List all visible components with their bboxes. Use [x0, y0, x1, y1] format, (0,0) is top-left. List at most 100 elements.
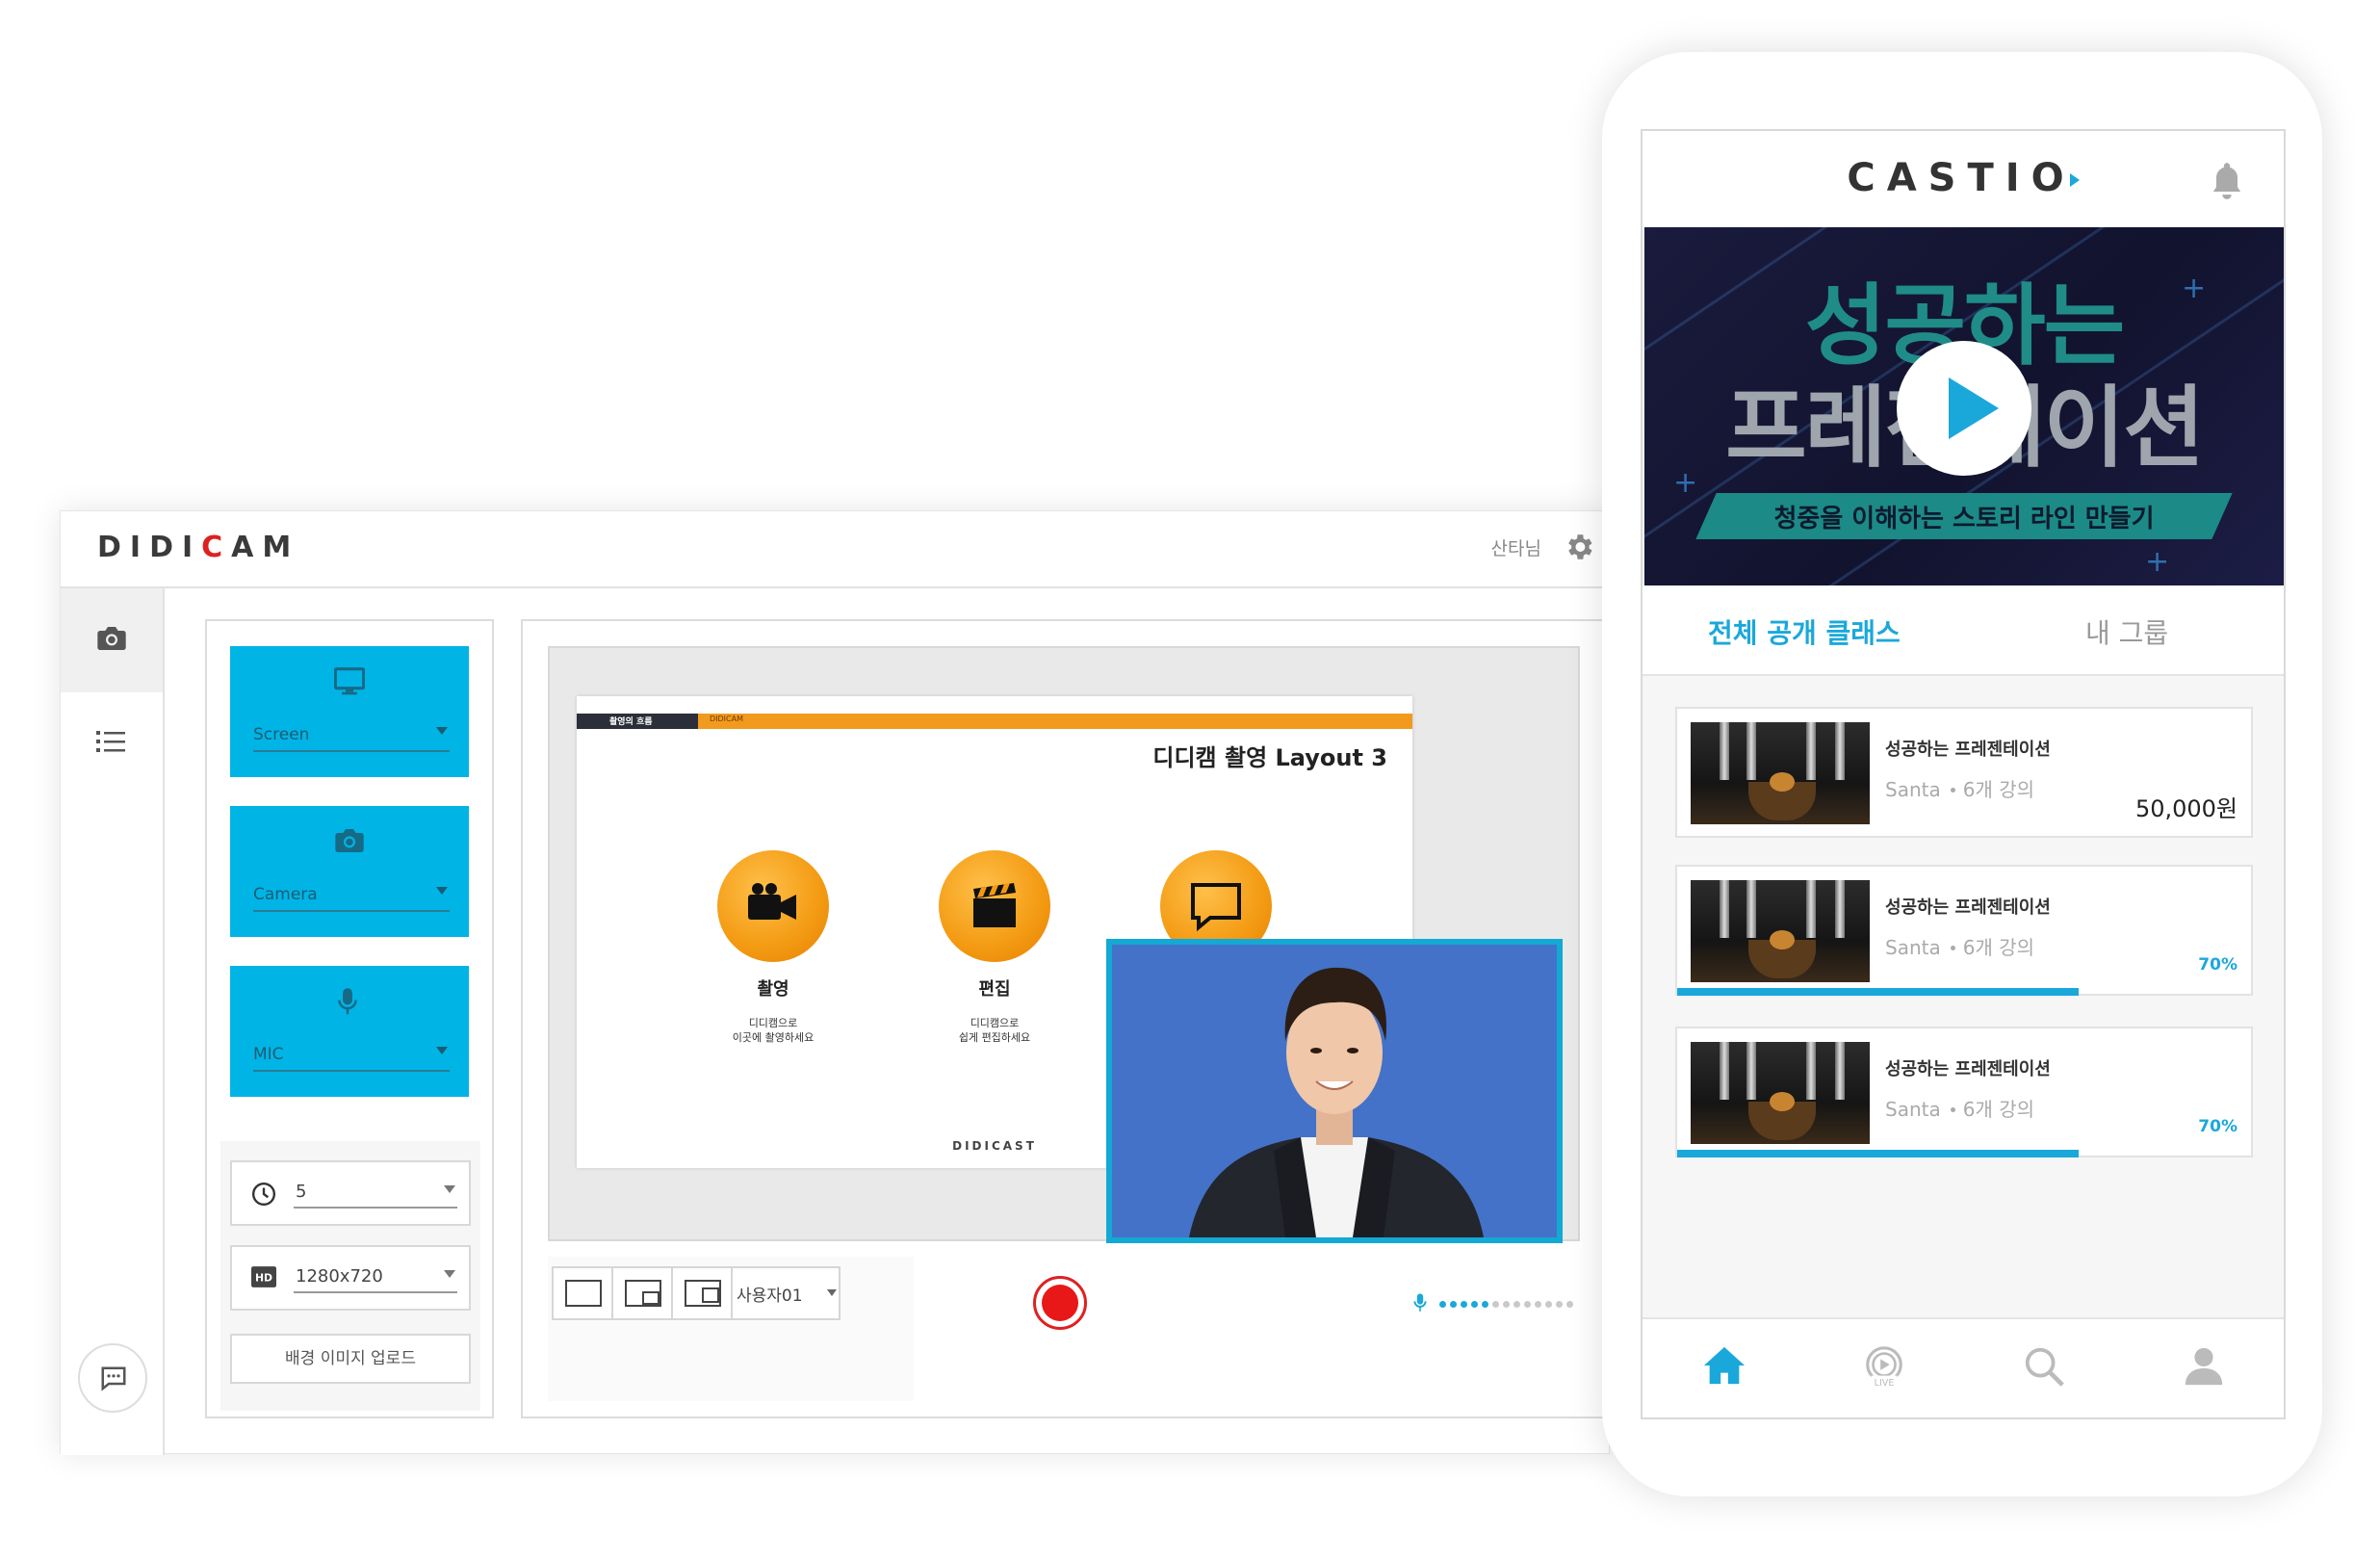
chevron-down-icon [436, 887, 448, 895]
hd-icon: HD [251, 1266, 276, 1287]
mic-level-dot [1535, 1301, 1541, 1308]
layout-split-button[interactable] [673, 1268, 733, 1318]
timer-select[interactable]: 5 [230, 1160, 471, 1226]
class-card[interactable]: 성공하는 프레젠테이션 Santa 6개 강의 70% [1675, 1027, 2253, 1157]
class-title: 성공하는 프레젠테이션 [1885, 740, 2051, 760]
chevron-down-icon [444, 1185, 455, 1193]
progress-bar [1677, 988, 2080, 996]
tab-bar: 전체 공개 클래스 내 그룹 [1643, 585, 2284, 676]
app-header: DIDICAM 산타님 [61, 511, 1609, 588]
screen-source-label: Screen [253, 725, 310, 744]
chevron-down-icon [444, 1270, 455, 1278]
slide-item-label: 편집 [978, 979, 1011, 1000]
mic-level-dot [1439, 1301, 1446, 1308]
progress-percent: 70% [2198, 1117, 2238, 1136]
tab-my-group[interactable]: 내 그룹 [2085, 612, 2168, 651]
svg-text:LIVE: LIVE [1875, 1378, 1895, 1389]
mic-level-dot [1566, 1301, 1573, 1308]
layout-selector: 사용자01 [552, 1266, 841, 1320]
class-price: 50,000원 [2134, 795, 2238, 822]
user-name[interactable]: 산타님 [1491, 534, 1541, 560]
layout-full-button[interactable] [554, 1268, 613, 1318]
source-panel: Screen Camera MIC 5 HD 1280x720 배경 이미지 업… [205, 619, 494, 1418]
camera-source-label: Camera [253, 885, 318, 904]
main-panel: 촬영의 흐름 DIDICAM 디디캠 촬영 Layout 3 촬영 디디캠으로 … [521, 619, 1611, 1418]
monitor-icon [334, 667, 365, 695]
clock-icon [251, 1182, 276, 1207]
play-button[interactable] [1897, 341, 2031, 476]
control-bar: 사용자01 [548, 1257, 914, 1401]
slide-item-label: 촬영 [757, 979, 789, 1000]
resolution-select[interactable]: HD 1280x720 [230, 1245, 471, 1311]
video-camera-icon [717, 850, 829, 962]
featured-class-banner[interactable]: + + + 성공하는 프레젠테이션 청중을 이해하는 스토리 라인 만들기 [1644, 227, 2284, 585]
mic-source-label: MIC [253, 1045, 284, 1064]
camera-icon [97, 627, 126, 650]
sidebar-item-camera[interactable] [61, 588, 163, 692]
mic-level-dot [1513, 1301, 1520, 1308]
gear-icon[interactable] [1563, 531, 1595, 563]
user-select[interactable]: 사용자01 [737, 1282, 803, 1306]
app-header: CASTIO [1643, 131, 2284, 227]
home-icon[interactable] [1702, 1344, 1746, 1387]
class-thumbnail [1691, 1042, 1870, 1144]
slide-tag-secondary: DIDICAM [710, 715, 743, 723]
mic-level-dot [1471, 1301, 1478, 1308]
chevron-down-icon [436, 727, 448, 735]
mic-level-dot [1556, 1301, 1563, 1308]
resolution-value: 1280x720 [296, 1266, 383, 1287]
class-thumbnail [1691, 880, 1870, 982]
class-card[interactable]: 성공하는 프레젠테이션 Santa 6개 강의 50,000원 [1675, 707, 2253, 838]
banner-subtitle: 청중을 이해하는 스토리 라인 만들기 [1773, 505, 2155, 533]
live-icon[interactable]: LIVE [1862, 1344, 1906, 1389]
chat-button[interactable] [78, 1343, 147, 1413]
class-title: 성공하는 프레젠테이션 [1885, 1059, 2051, 1079]
mic-level-meter [1412, 1289, 1605, 1318]
phone-frame: CASTIO + + + 성공하는 프레젠테이션 청중을 이해하는 스토리 라인… [1602, 52, 2322, 1496]
camera-icon [335, 829, 364, 852]
castio-logo: CASTIO [1643, 156, 2284, 200]
chevron-down-icon[interactable] [827, 1289, 837, 1296]
mic-source-select[interactable]: MIC [230, 966, 469, 1097]
slide-item-desc: 디디캠으로 쉽게 편집하세요 [958, 1017, 1031, 1044]
class-thumbnail [1691, 722, 1870, 824]
bell-icon[interactable] [2209, 160, 2245, 202]
profile-icon[interactable] [2182, 1344, 2226, 1389]
sidebar-item-list[interactable] [61, 692, 163, 789]
chevron-down-icon [436, 1047, 448, 1054]
slide-tag: 촬영의 흐름 [609, 717, 653, 727]
chat-icon [101, 1366, 126, 1391]
castio-app-screen: CASTIO + + + 성공하는 프레젠테이션 청중을 이해하는 스토리 라인… [1641, 129, 2286, 1419]
microphone-icon [1413, 1293, 1427, 1312]
plus-decor-icon: + [2145, 545, 2170, 579]
sidebar [61, 588, 165, 1455]
class-title: 성공하는 프레젠테이션 [1885, 897, 2051, 918]
record-button[interactable] [1033, 1276, 1087, 1330]
didicam-window: DIDICAM 산타님 Screen Camera MIC 5 HD 1280x… [60, 510, 1611, 1455]
screen-source-select[interactable]: Screen [230, 646, 469, 777]
mic-level-dot [1524, 1301, 1531, 1308]
list-icon [96, 731, 125, 752]
slide-title: 디디캠 촬영 Layout 3 [1152, 744, 1387, 771]
camera-source-select[interactable]: Camera [230, 806, 469, 937]
tab-public-classes[interactable]: 전체 공개 클래스 [1708, 612, 1901, 651]
upload-background-button[interactable]: 배경 이미지 업로드 [230, 1334, 471, 1384]
search-icon[interactable] [2022, 1344, 2066, 1389]
didicam-logo: DIDICAM [97, 531, 300, 564]
mic-level-dot [1545, 1301, 1552, 1308]
settings-group: 5 HD 1280x720 배경 이미지 업로드 [220, 1141, 480, 1411]
camera-feed[interactable] [1106, 939, 1563, 1243]
microphone-icon [338, 988, 357, 1015]
presenter-image [1112, 945, 1557, 1237]
mic-level-dot [1482, 1301, 1488, 1308]
class-meta: Santa 6개 강의 [1885, 936, 2035, 959]
mic-level-dot [1450, 1301, 1457, 1308]
bottom-nav: LIVE [1643, 1317, 2284, 1417]
layout-pip-button[interactable] [613, 1268, 673, 1318]
mic-level-dot [1503, 1301, 1510, 1308]
mic-level-dot [1461, 1301, 1467, 1308]
class-card[interactable]: 성공하는 프레젠테이션 Santa 6개 강의 70% [1675, 865, 2253, 996]
svg-text:HD: HD [255, 1271, 272, 1284]
class-meta: Santa 6개 강의 [1885, 1098, 2035, 1121]
progress-bar [1677, 1150, 2080, 1157]
